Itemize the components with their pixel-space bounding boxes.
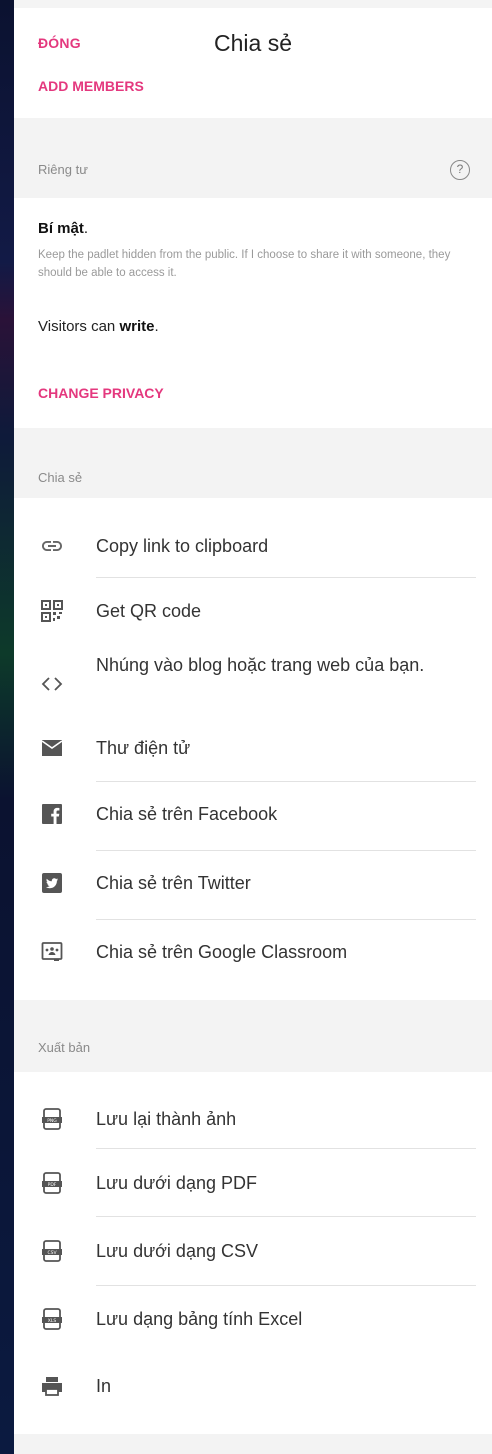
- share-section-label: Chia sẻ: [38, 470, 83, 485]
- svg-text:PDF: PDF: [48, 1182, 57, 1188]
- share-item-label: Thư điện tử: [96, 738, 191, 758]
- share-twitter[interactable]: Chia sẻ trên Twitter: [14, 857, 492, 913]
- divider: [96, 1216, 476, 1217]
- share-email[interactable]: Thư điện tử: [14, 722, 492, 778]
- share-google-classroom[interactable]: Chia sẻ trên Google Classroom: [14, 926, 492, 982]
- add-members-button[interactable]: ADD MEMBERS: [38, 78, 144, 94]
- google-classroom-icon: [40, 940, 64, 964]
- background-strip: [0, 0, 14, 1454]
- divider: [96, 850, 476, 851]
- share-item-label: Chia sẻ trên Twitter: [96, 873, 251, 893]
- privacy-section-header: Riêng tư ?: [14, 118, 492, 198]
- top-edge: [14, 0, 492, 8]
- share-section-header: Chia sẻ: [14, 428, 492, 498]
- export-section-header: Xuất bản: [14, 1000, 492, 1072]
- privacy-section-label: Riêng tư: [38, 162, 88, 177]
- share-item-label: Copy link to clipboard: [96, 536, 269, 556]
- visitor-permission: Visitors can write.: [38, 318, 159, 335]
- export-item-label: Lưu lại thành ảnh: [96, 1109, 237, 1129]
- pdf-file-icon: PDF: [40, 1171, 64, 1195]
- divider: [96, 919, 476, 920]
- panel-title: Chia sẻ: [214, 30, 292, 56]
- share-copy-link[interactable]: Copy link to clipboard: [14, 520, 492, 576]
- change-privacy-button[interactable]: CHANGE PRIVACY: [38, 385, 164, 401]
- csv-file-icon: CSV: [40, 1239, 64, 1263]
- export-section-label: Xuất bản: [38, 1040, 91, 1055]
- export-print[interactable]: In: [14, 1360, 492, 1416]
- excel-file-icon: XLS: [40, 1307, 64, 1331]
- export-item-label: In: [96, 1376, 112, 1396]
- export-csv[interactable]: CSV Lưu dưới dạng CSV: [14, 1225, 492, 1281]
- share-panel: ĐÓNG Chia sẻ ADD MEMBERS Riêng tư ? Bí m…: [14, 0, 492, 1454]
- divider: [96, 1148, 476, 1149]
- svg-text:CSV: CSV: [47, 1250, 57, 1256]
- embed-code-icon: [40, 672, 64, 696]
- qr-code-icon: [40, 599, 64, 623]
- printer-icon: [40, 1374, 64, 1398]
- twitter-icon: [40, 871, 64, 895]
- svg-text:XLS: XLS: [48, 1318, 57, 1324]
- export-item-label: Lưu dưới dạng CSV: [96, 1241, 258, 1261]
- export-pdf[interactable]: PDF Lưu dưới dạng PDF: [14, 1157, 492, 1213]
- share-embed[interactable]: Nhúng vào blog hoặc trang web của bạn.: [14, 646, 492, 722]
- export-image[interactable]: PNG Lưu lại thành ảnh: [14, 1093, 492, 1149]
- divider: [96, 577, 476, 578]
- share-item-label: Nhúng vào blog hoặc trang web của bạn.: [96, 655, 425, 675]
- privacy-description: Keep the padlet hidden from the public. …: [38, 249, 451, 279]
- share-qr-code[interactable]: Get QR code: [14, 585, 492, 641]
- help-icon[interactable]: ?: [450, 160, 470, 180]
- divider: [96, 781, 476, 782]
- facebook-icon: [40, 802, 64, 826]
- export-excel[interactable]: XLS Lưu dạng bảng tính Excel: [14, 1293, 492, 1349]
- link-icon: [40, 534, 64, 558]
- share-item-label: Get QR code: [96, 601, 202, 621]
- export-item-label: Lưu dạng bảng tính Excel: [96, 1309, 303, 1329]
- save-image-icon: PNG: [40, 1107, 64, 1131]
- divider: [96, 1285, 476, 1286]
- share-item-label: Chia sẻ trên Google Classroom: [96, 942, 348, 962]
- panel-header: ĐÓNG Chia sẻ: [14, 8, 492, 72]
- share-item-label: Chia sẻ trên Facebook: [96, 804, 278, 824]
- svg-text:PNG: PNG: [47, 1118, 57, 1124]
- export-item-label: Lưu dưới dạng PDF: [96, 1173, 257, 1193]
- share-facebook[interactable]: Chia sẻ trên Facebook: [14, 788, 492, 844]
- email-icon: [40, 736, 64, 760]
- privacy-mode: Bí mật.: [38, 220, 89, 237]
- bottom-band: [14, 1434, 492, 1454]
